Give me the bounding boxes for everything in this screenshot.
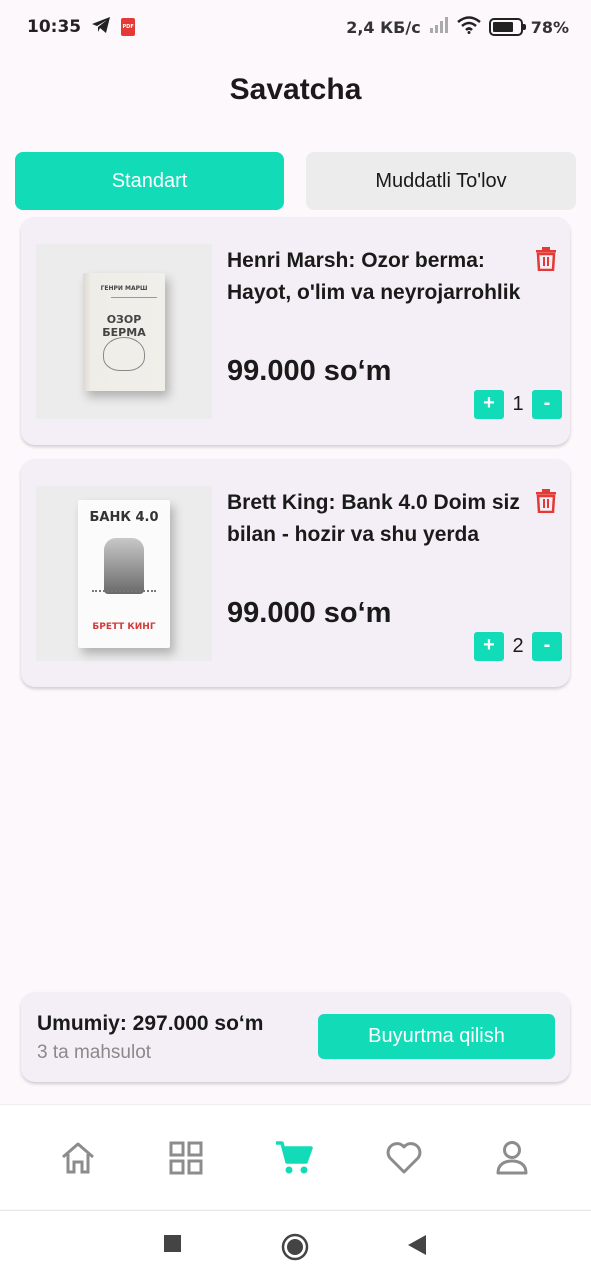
trash-icon[interactable] xyxy=(535,489,559,515)
cover-author: ГЕНРИ МАРШ xyxy=(100,284,148,292)
book-cover-image: БАНК 4.0 БРЕТТ КИНГ xyxy=(78,499,170,648)
quantity-value: 1 xyxy=(512,392,524,415)
product-price: 99.000 so‘m xyxy=(227,597,392,629)
cart-item-card: БАНК 4.0 БРЕТТ КИНГ Brett King: Bank 4.0… xyxy=(21,459,570,687)
book-cover-image: ГЕНРИ МАРШ ОЗОР БЕРМА xyxy=(83,272,165,391)
product-name: Henri Marsh: Ozor berma: Hayot, o'lim va… xyxy=(227,249,521,304)
status-bar: 10:35 PDF 2,4 КБ/с 78% xyxy=(0,0,591,54)
system-navigation-bar xyxy=(0,1210,591,1280)
decrease-button[interactable]: - xyxy=(532,389,562,419)
home-button[interactable] xyxy=(281,1233,309,1266)
battery-icon xyxy=(488,18,526,36)
pdf-notification-icon: PDF xyxy=(121,18,136,36)
tab-muddatli-tolov[interactable]: Muddatli To'lov xyxy=(306,152,576,210)
status-left: 10:35 PDF xyxy=(27,16,136,39)
grid-icon[interactable] xyxy=(166,1138,206,1178)
crack-illustration xyxy=(92,589,156,616)
quantity-value: 2 xyxy=(512,634,524,657)
quantity-stepper: + 2 - xyxy=(474,631,562,661)
wifi-icon xyxy=(456,16,481,38)
trash-icon[interactable] xyxy=(535,247,559,273)
cart-icon[interactable] xyxy=(274,1138,314,1178)
total-price: Umumiy: 297.000 so‘m xyxy=(37,1012,264,1035)
quantity-stepper: + 1 - xyxy=(474,389,562,419)
order-button[interactable]: Buyurtma qilish xyxy=(318,1014,555,1059)
increase-button[interactable]: + xyxy=(474,631,504,661)
order-summary: Umumiy: 297.000 so‘m 3 ta mahsulot Buyur… xyxy=(21,992,570,1082)
network-speed: 2,4 КБ/с xyxy=(346,17,421,37)
bottom-navigation xyxy=(0,1104,591,1209)
item-count: 3 ta mahsulot xyxy=(37,1042,152,1063)
cover-author: БРЕТТ КИНГ xyxy=(92,621,156,632)
product-name: Brett King: Bank 4.0 Doim siz bilan - ho… xyxy=(227,491,520,546)
increase-button[interactable]: + xyxy=(474,389,504,419)
battery-percent: 78% xyxy=(530,17,569,37)
product-image[interactable]: БАНК 4.0 БРЕТТ КИНГ xyxy=(36,486,212,661)
signal-icon xyxy=(429,17,449,37)
person-icon[interactable] xyxy=(492,1138,532,1178)
robot-illustration xyxy=(104,537,144,594)
decrease-button[interactable]: - xyxy=(532,631,562,661)
heart-icon[interactable] xyxy=(384,1138,424,1178)
brain-illustration xyxy=(103,336,145,371)
product-price: 99.000 so‘m xyxy=(227,355,392,387)
recent-apps-button[interactable] xyxy=(163,1233,183,1258)
telegram-icon xyxy=(91,16,111,39)
cover-title: БАНК 4.0 xyxy=(89,509,159,525)
status-right: 2,4 КБ/с 78% xyxy=(346,16,569,38)
tab-standart[interactable]: Standart xyxy=(15,152,284,210)
product-image[interactable]: ГЕНРИ МАРШ ОЗОР БЕРМА xyxy=(36,244,212,419)
back-button[interactable] xyxy=(406,1233,428,1262)
cover-title: ОЗОР БЕРМА xyxy=(102,312,146,339)
status-time: 10:35 xyxy=(27,17,82,37)
home-icon[interactable] xyxy=(58,1138,98,1178)
page-title: Savatcha xyxy=(229,73,362,106)
cover-divider xyxy=(111,296,157,298)
cart-item-card: ГЕНРИ МАРШ ОЗОР БЕРМА Henri Marsh: Ozor … xyxy=(21,217,570,445)
